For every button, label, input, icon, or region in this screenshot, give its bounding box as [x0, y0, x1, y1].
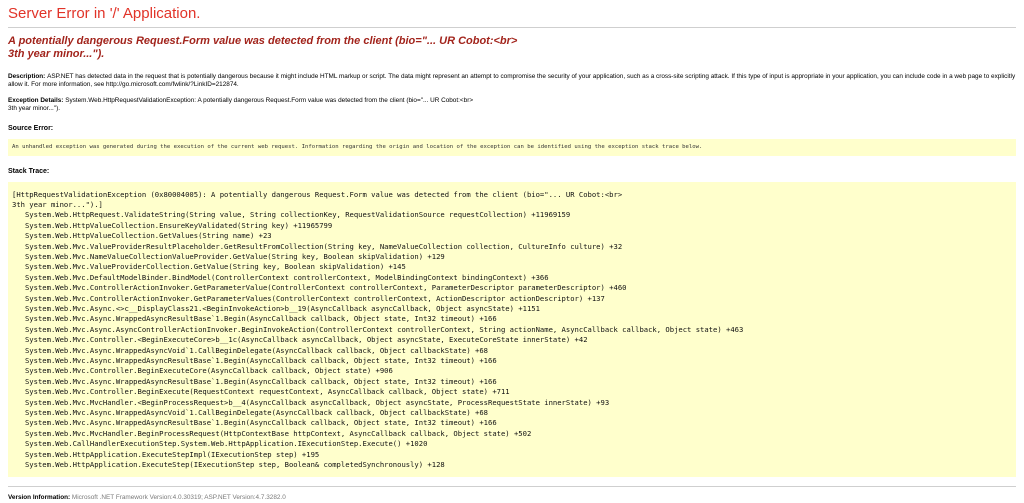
- page-title: Server Error in '/' Application.: [8, 5, 201, 22]
- server-error-page: { "page": { "title": "Server Error in '/…: [0, 0, 1024, 503]
- description-block: Description: ASP.NET has detected data i…: [8, 73, 1016, 88]
- version-info-text: Microsoft .NET Framework Version:4.0.303…: [71, 494, 286, 502]
- error-subtitle: A potentially dangerous Request.Form val…: [8, 34, 518, 60]
- description-text: ASP.NET has detected data in the request…: [8, 73, 1016, 88]
- exception-details-label: Exception Details:: [8, 97, 66, 105]
- source-error-label: Source Error:: [8, 124, 54, 132]
- footer-divider: [8, 486, 1016, 488]
- stack-trace-box: [HttpRequestValidationException (0x80004…: [8, 181, 1016, 478]
- exception-details-text: System.Web.HttpRequestValidationExceptio…: [8, 97, 474, 112]
- title-divider: [8, 26, 1016, 28]
- stack-trace-text: [HttpRequestValidationException (0x80004…: [12, 189, 744, 470]
- version-info-label: Version Information:: [8, 494, 72, 502]
- stack-trace-label: Stack Trace:: [8, 167, 50, 175]
- source-error-box: An unhandled exception was generated dur…: [8, 138, 1016, 156]
- description-label: Description:: [8, 73, 48, 81]
- exception-details-block: Exception Details: System.Web.HttpReques…: [8, 97, 1016, 112]
- version-info: Version Information: Microsoft .NET Fram…: [8, 494, 1016, 502]
- source-error-text: An unhandled exception was generated dur…: [12, 143, 703, 150]
